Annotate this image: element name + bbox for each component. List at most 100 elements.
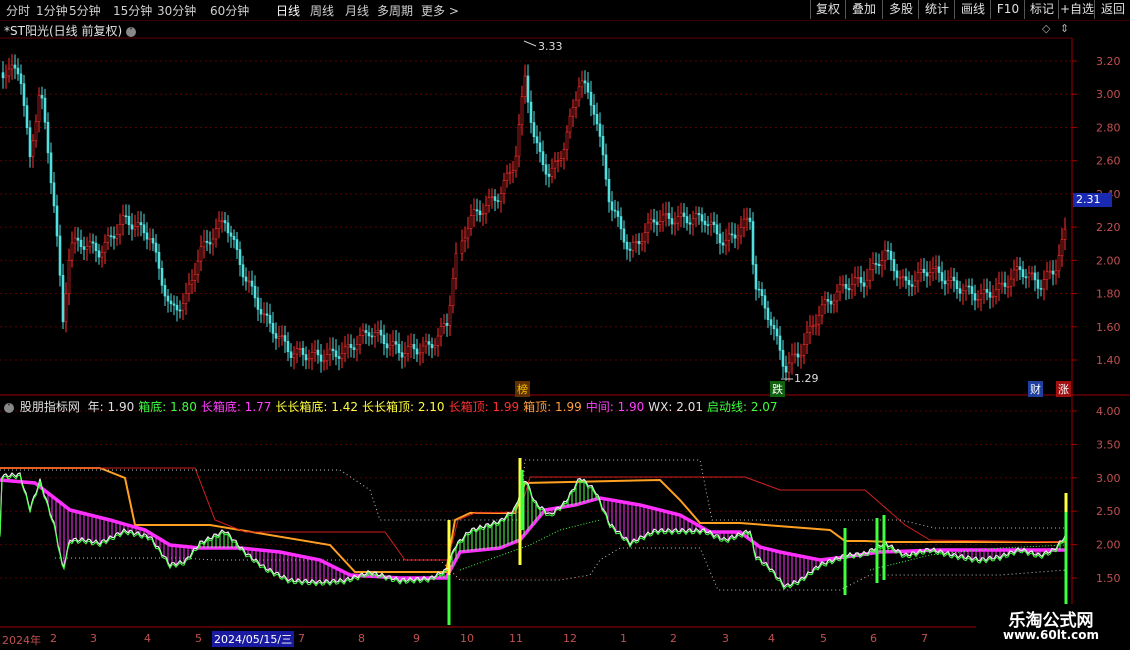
candle-body — [421, 345, 425, 354]
candle-body — [622, 228, 626, 243]
candle-body — [136, 222, 140, 227]
candle-body — [613, 209, 617, 212]
candle-body — [604, 154, 608, 180]
candle-body — [94, 242, 98, 252]
candle-body — [706, 224, 710, 226]
candle-body — [694, 213, 698, 220]
candle-body — [808, 325, 812, 333]
candle-body — [895, 270, 899, 278]
candle-body — [103, 241, 107, 254]
event-badge[interactable]: 榜 — [515, 381, 530, 397]
candle-body — [157, 251, 161, 269]
chevron-down-icon[interactable]: ˅ — [4, 402, 14, 413]
candle-body — [652, 219, 656, 223]
candle-body — [544, 164, 548, 175]
candle-body — [244, 276, 248, 282]
candle-body — [370, 335, 374, 338]
candle-body — [178, 309, 182, 312]
candle-body — [745, 217, 749, 220]
candle-body — [994, 289, 998, 297]
event-badge[interactable]: 财 — [1028, 381, 1043, 397]
candle-body — [283, 335, 287, 342]
candle-body — [1036, 279, 1040, 289]
candle-body — [637, 241, 641, 245]
candle-body — [175, 304, 179, 311]
candle-body — [1, 72, 5, 79]
candle-body — [700, 214, 704, 222]
candle-body — [181, 303, 185, 311]
candle-body — [427, 341, 431, 345]
indicator-name[interactable]: 股朋指标网 — [20, 400, 80, 414]
candle-body — [943, 280, 947, 285]
candle-body — [154, 242, 158, 253]
candle-body — [112, 235, 116, 239]
candle-body — [391, 341, 395, 346]
candle-body — [709, 221, 713, 225]
candle-body — [598, 123, 602, 137]
box-top-line — [0, 467, 1066, 573]
candle-body — [577, 86, 581, 101]
candle-body — [331, 348, 335, 352]
candle-body — [238, 249, 242, 266]
indicator-value-3: 长长箱底: 1.42 — [275, 400, 358, 414]
candle-body — [997, 283, 1001, 290]
candle-body — [988, 292, 992, 298]
event-badge[interactable]: 跌 — [770, 381, 785, 397]
candle-body — [313, 349, 317, 353]
candle-body — [793, 353, 797, 356]
candle-body — [697, 213, 701, 216]
date-tick: 11 — [509, 632, 523, 645]
candle-body — [991, 296, 995, 298]
candle-body — [478, 210, 482, 216]
candle-body — [226, 222, 230, 234]
watermark: 乐淘公式网 www.60lt.com — [976, 604, 1126, 646]
candle-body — [562, 149, 566, 159]
candle-body — [841, 283, 845, 286]
candle-body — [409, 344, 413, 347]
candle-body — [1063, 228, 1067, 240]
candle-body — [388, 344, 392, 349]
indicator-value-1: 箱底: 1.80 — [138, 400, 197, 414]
candle-body — [22, 83, 26, 106]
candle-body — [568, 115, 572, 133]
candle-body — [286, 341, 290, 353]
candle-body — [85, 245, 89, 250]
candle-body — [205, 240, 209, 243]
candle-body — [898, 276, 902, 279]
candle-body — [799, 355, 803, 358]
date-tick: 4 — [144, 632, 151, 645]
candle-body — [1015, 266, 1019, 271]
candle-body — [847, 288, 851, 291]
candle-body — [1000, 282, 1004, 285]
candle-body — [736, 235, 740, 239]
date-tick: 9 — [413, 632, 420, 645]
candle-body — [787, 362, 791, 373]
candle-body — [856, 277, 860, 279]
candle-body — [436, 335, 440, 346]
indicator-values: 年: 1.90 箱底: 1.80 长箱底: 1.77 长长箱底: 1.42 长长箱顶: … — [88, 400, 782, 414]
date-tick: 7 — [298, 632, 305, 645]
date-tick: 2024年 — [2, 634, 41, 647]
candle-body — [907, 280, 911, 285]
candle-body — [511, 170, 515, 173]
candle-body — [418, 352, 422, 355]
candle-body — [691, 218, 695, 225]
candle-body — [685, 216, 689, 224]
candle-body — [664, 213, 668, 216]
candle-body — [670, 218, 674, 225]
candle-body — [52, 182, 56, 207]
candle-body — [826, 299, 830, 302]
candle-body — [430, 344, 434, 349]
candle-body — [100, 252, 104, 258]
candle-body — [217, 220, 221, 229]
kline-chart[interactable]: 3.203.002.802.602.402.202.001.801.601.40… — [0, 0, 1130, 650]
event-badge[interactable]: 涨 — [1056, 381, 1071, 397]
candle-body — [655, 221, 659, 225]
candle-body — [1009, 278, 1013, 287]
candle-body — [775, 328, 779, 337]
candle-body — [781, 349, 785, 367]
candle-body — [517, 124, 521, 157]
candle-body — [757, 288, 761, 291]
candle-body — [532, 122, 536, 138]
candle-body — [25, 105, 29, 129]
